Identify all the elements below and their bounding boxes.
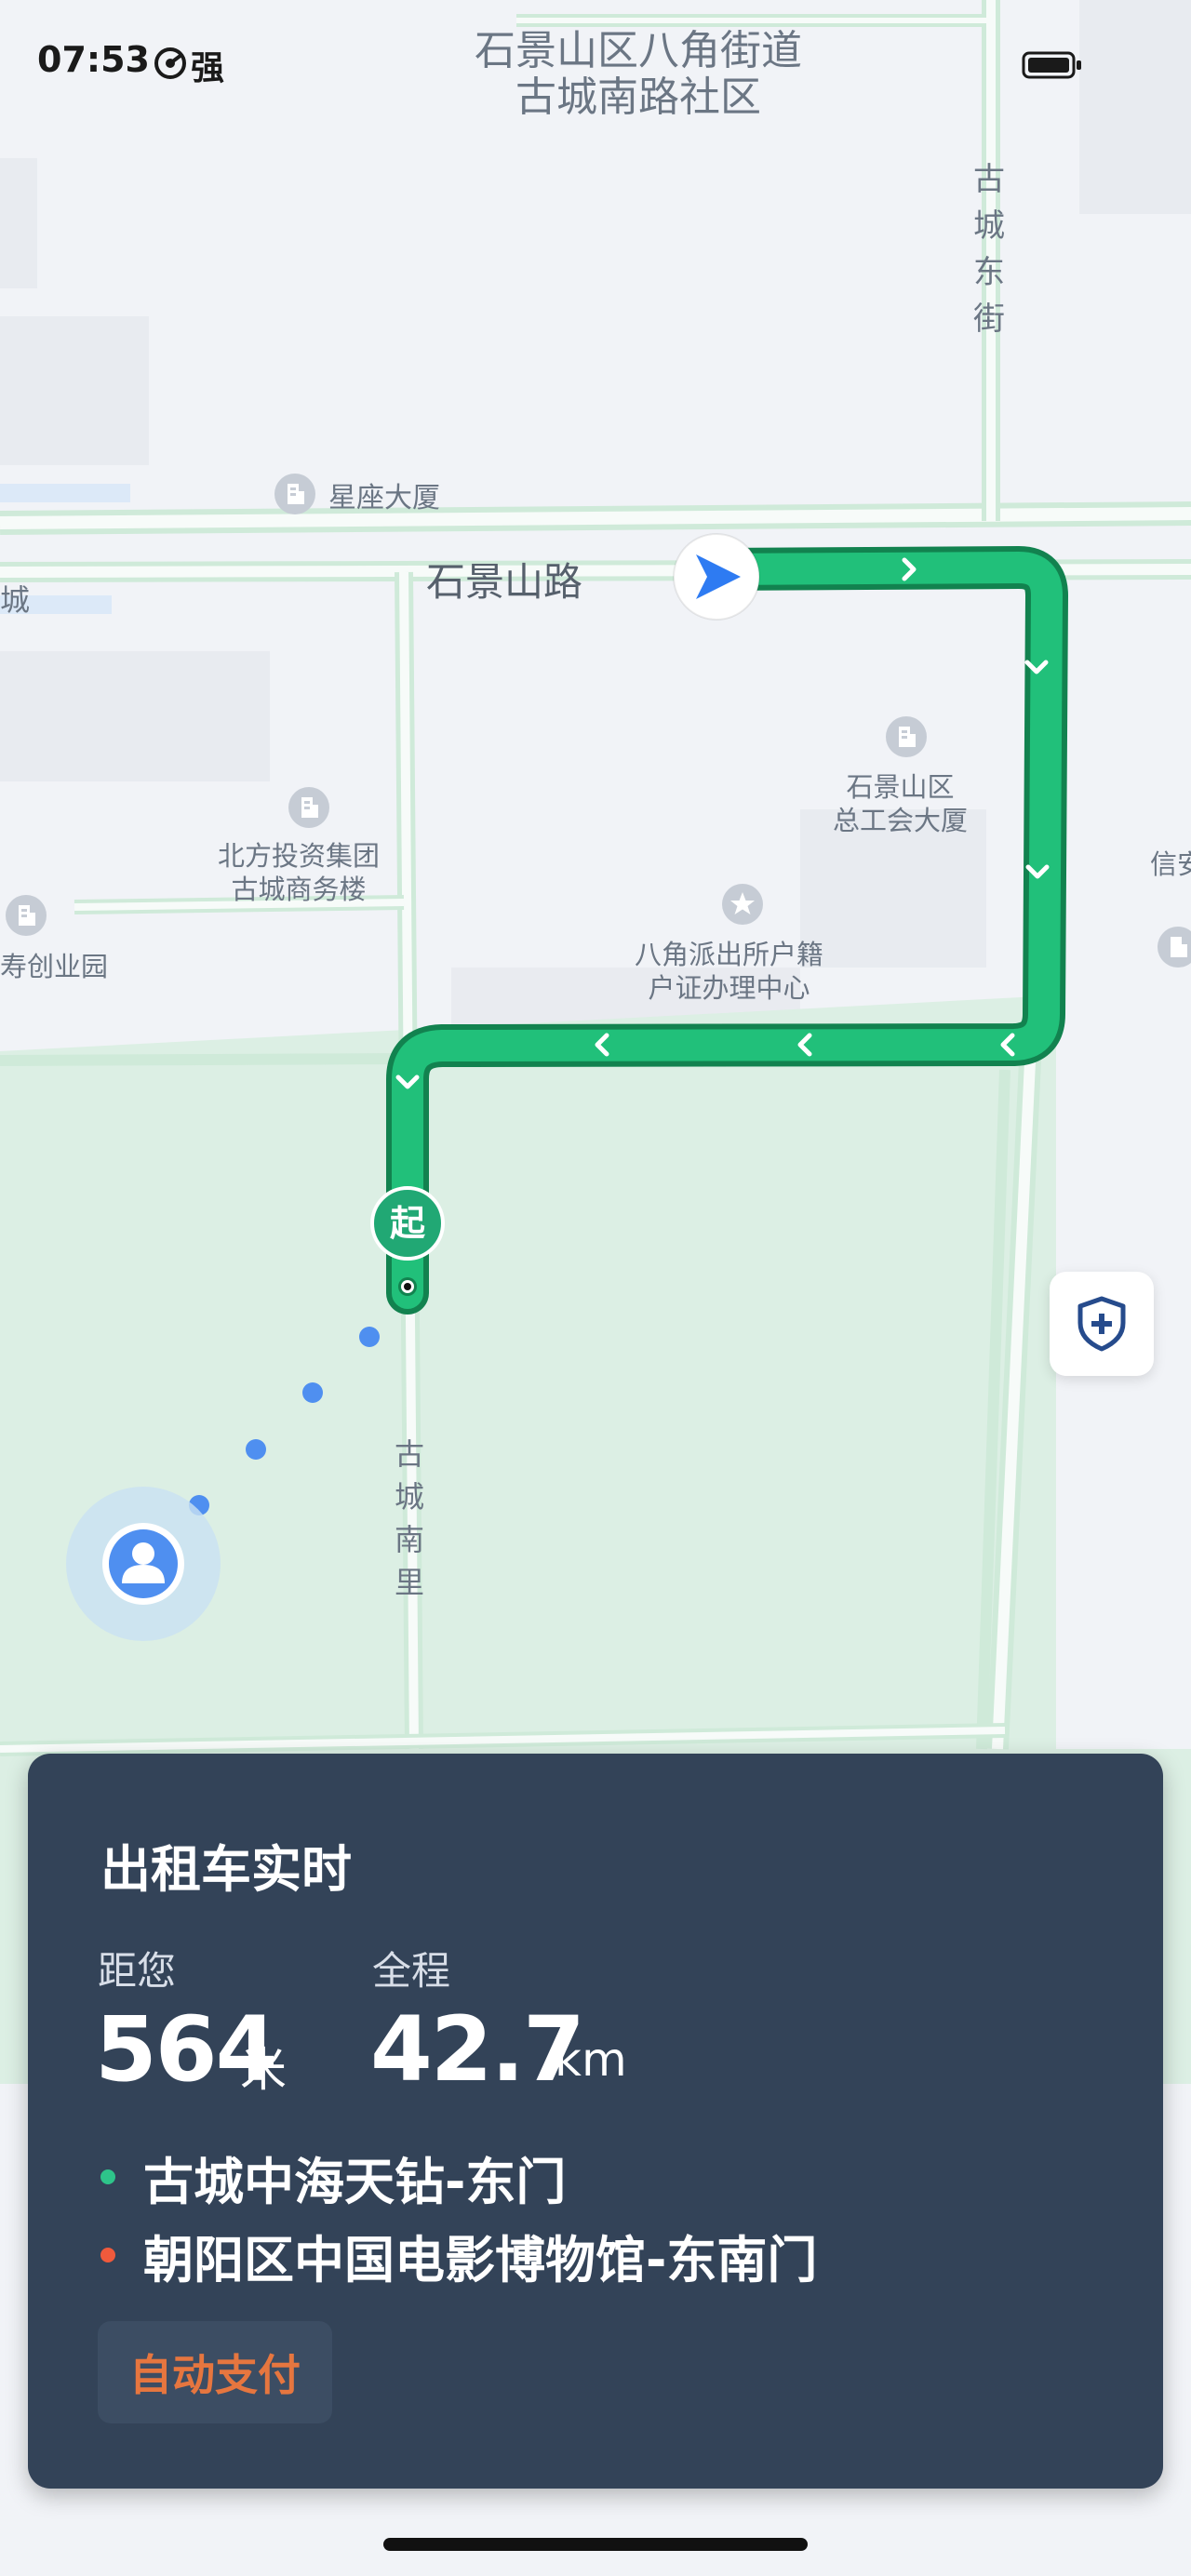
destination-dot — [100, 2248, 115, 2262]
origin-text: 古城中海天钻-东门 — [143, 2152, 567, 2211]
map-label-xin-an: 信安 — [1150, 848, 1191, 880]
map-label-shijingshan-road: 石景山路 — [426, 559, 583, 605]
building-icon — [886, 716, 927, 757]
taxi-tracking-screen: 石景山区八角街道 古城南路社区 古城东街 星座大厦 石景山路 城 北方投资集团 … — [0, 0, 1191, 2576]
map-label-xingzuo-building: 星座大厦 — [328, 482, 440, 514]
battery-icon — [1022, 51, 1081, 79]
star-icon — [722, 884, 763, 925]
map-label-beifang-investment: 北方投资集团 古城商务楼 — [218, 839, 380, 906]
card-title: 出租车实时 — [100, 1840, 352, 1899]
map-label-left-edge-city: 城 — [0, 582, 31, 618]
map-label-police-station: 八角派出所户籍 户证办理中心 — [635, 938, 823, 1005]
destination-row: 朝阳区中国电影博物馆-东南门 — [100, 2222, 817, 2289]
distance-unit: 米 — [240, 2043, 287, 2097]
building-icon — [1158, 927, 1191, 968]
map-label-chuangye-park: 寿创业园 — [0, 951, 109, 982]
map-label-trade-union-building: 石景山区 总工会大厦 — [833, 770, 968, 837]
safety-shield-icon — [1077, 1296, 1126, 1352]
map-label-gucheng-nanli: 古城南里 — [394, 1436, 424, 1600]
status-bar: 07:53 强 — [0, 0, 1191, 121]
signal-icon — [154, 47, 186, 79]
building-icon — [288, 787, 329, 828]
destination-text: 朝阳区中国电影博物馆-东南门 — [143, 2230, 818, 2289]
safety-shield-button[interactable] — [1050, 1272, 1154, 1376]
origin-dot — [100, 2169, 115, 2184]
user-location-icon[interactable] — [66, 1487, 221, 1641]
total-distance-value: 42.7 — [370, 1997, 585, 2102]
map-label-union-line1: 石景山区 — [846, 771, 955, 803]
home-indicator[interactable] — [383, 2538, 808, 2551]
status-time: 07:53 — [37, 39, 150, 80]
map-label-police-line1: 八角派出所户籍 — [635, 939, 824, 970]
total-distance-label: 全程 — [372, 1948, 451, 1994]
building-icon — [274, 474, 315, 514]
map-label-beifang-line1: 北方投资集团 — [218, 840, 381, 872]
total-distance-unit: km — [555, 2033, 627, 2087]
taxi-info-card: 出租车实时 距您 564 米 全程 42.7 km 古城中海天钻-东门 朝阳区中… — [28, 1754, 1163, 2489]
auto-pay-button[interactable]: 自动支付 — [98, 2321, 332, 2423]
signal-strength-label: 强 — [191, 49, 225, 87]
building-icon — [6, 895, 47, 936]
map-label-gucheng-east-street: 古城东街 — [973, 161, 1005, 338]
distance-label: 距您 — [98, 1948, 177, 1994]
navigation-arrow-icon — [673, 533, 760, 621]
origin-row: 古城中海天钻-东门 — [100, 2144, 566, 2211]
start-marker-label: 起 — [389, 1203, 425, 1244]
map-label-beifang-line2: 古城商务楼 — [231, 874, 367, 905]
map-label-union-line2: 总工会大厦 — [833, 805, 969, 836]
map-label-police-line2: 户证办理中心 — [648, 972, 810, 1004]
